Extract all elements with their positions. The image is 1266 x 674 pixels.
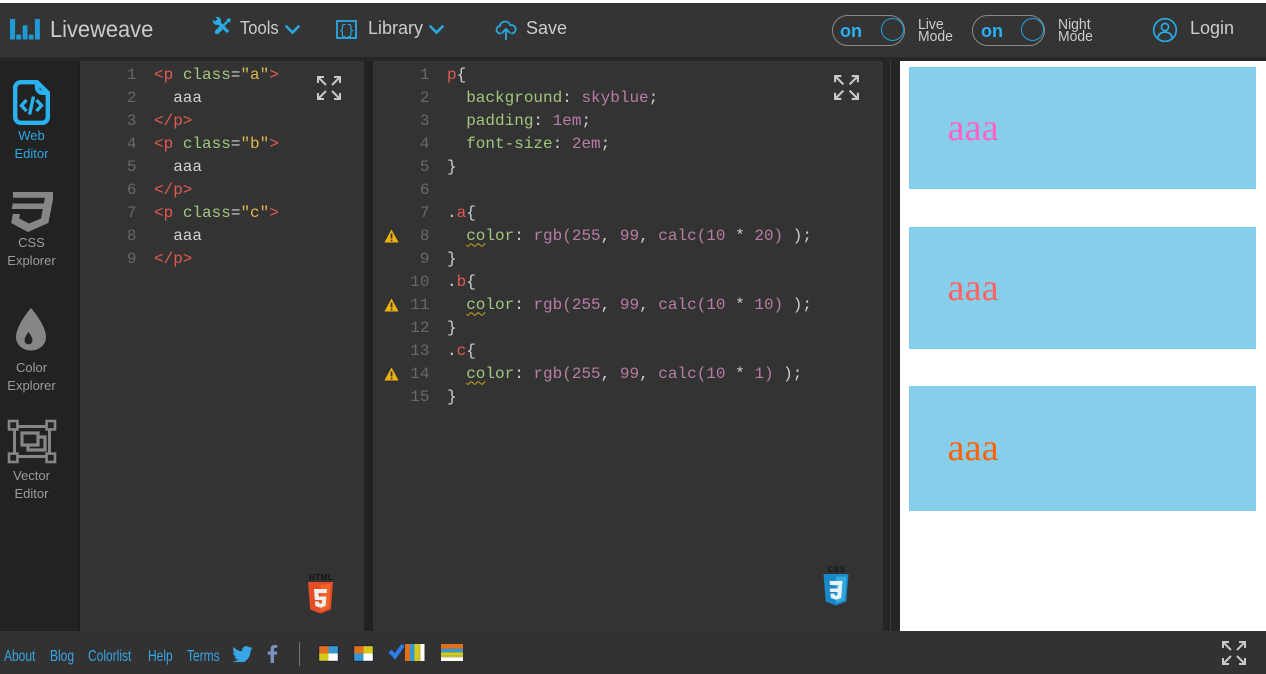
- svg-text:{}: {}: [338, 24, 354, 39]
